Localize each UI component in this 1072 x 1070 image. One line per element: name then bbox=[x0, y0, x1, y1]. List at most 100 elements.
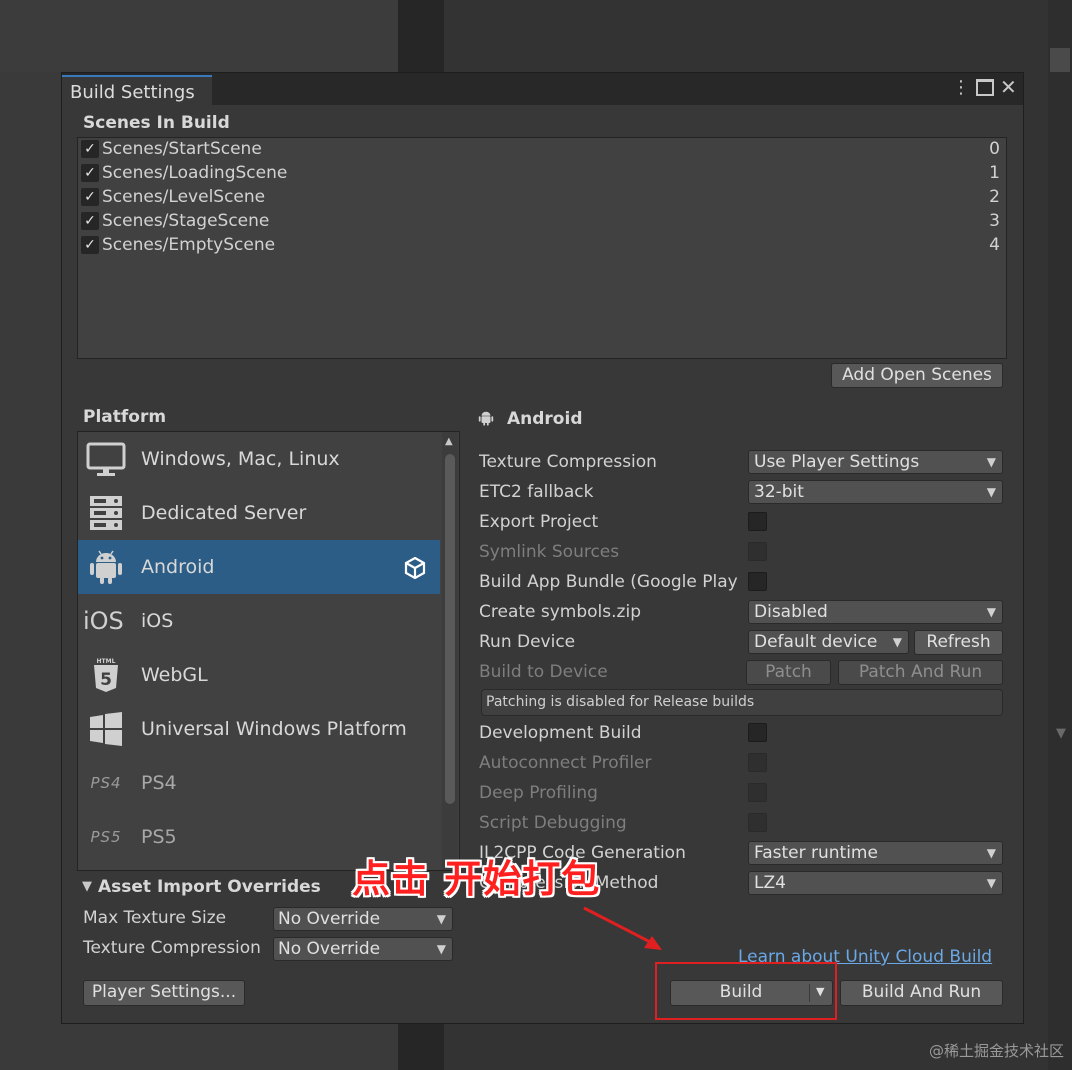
chevron-down-icon: ▼ bbox=[436, 942, 446, 956]
deep-profiling-label: Deep Profiling bbox=[479, 783, 598, 803]
more-options-icon[interactable]: ⋮ bbox=[952, 77, 970, 98]
build-to-device-label: Build to Device bbox=[479, 662, 608, 682]
platform-item-uwp[interactable]: Universal Windows Platform bbox=[78, 702, 440, 756]
editor-scroll-thumb[interactable] bbox=[1050, 48, 1070, 72]
dropdown-value: No Override bbox=[278, 939, 381, 959]
max-texture-size-dropdown[interactable]: No Override ▼ bbox=[273, 907, 453, 931]
collapse-arrow-icon[interactable]: ▼ bbox=[82, 879, 92, 894]
chevron-down-icon: ▼ bbox=[986, 605, 996, 619]
list-item[interactable]: ✓ Scenes/LoadingScene 1 bbox=[78, 162, 1006, 186]
autoconnect-profiler-label: Autoconnect Profiler bbox=[479, 753, 652, 773]
platform-label: PS4 bbox=[141, 772, 177, 794]
autoconnect-profiler-checkbox[interactable] bbox=[748, 753, 767, 772]
checkmark-icon[interactable]: ✓ bbox=[81, 140, 99, 158]
scene-name: Scenes/StageScene bbox=[102, 211, 270, 231]
etc2-fallback-label: ETC2 fallback bbox=[479, 482, 594, 502]
platform-item-dedicated-server[interactable]: Dedicated Server bbox=[78, 486, 440, 540]
list-item[interactable]: ✓ Scenes/StartScene 0 bbox=[78, 138, 1006, 162]
create-symbols-label: Create symbols.zip bbox=[479, 602, 641, 622]
svg-text:HTML: HTML bbox=[97, 658, 116, 665]
watermark: @稀土掘金技术社区 bbox=[928, 1042, 1064, 1060]
texture-compression-label: Texture Compression bbox=[479, 452, 657, 472]
platform-scroll-thumb[interactable] bbox=[445, 454, 455, 804]
create-symbols-dropdown[interactable]: Disabled ▼ bbox=[748, 600, 1003, 624]
chevron-down-icon: ▼ bbox=[986, 846, 996, 860]
html5-icon: HTML 5 bbox=[86, 657, 126, 693]
list-item[interactable]: ✓ Scenes/EmptyScene 4 bbox=[78, 234, 1006, 258]
patch-and-run-button[interactable]: Patch And Run bbox=[838, 660, 1003, 685]
build-app-bundle-label: Build App Bundle (Google Play bbox=[479, 572, 738, 592]
etc2-fallback-dropdown[interactable]: 32-bit ▼ bbox=[748, 480, 1003, 504]
export-project-checkbox[interactable] bbox=[748, 512, 767, 531]
maximize-icon[interactable] bbox=[976, 79, 994, 96]
chevron-down-icon: ▼ bbox=[986, 485, 996, 499]
texture-compression-override-label: Texture Compression bbox=[83, 938, 261, 958]
platform-item-ps4[interactable]: PS4 PS4 bbox=[78, 756, 440, 810]
scroll-up-icon[interactable]: ▲ bbox=[445, 436, 453, 447]
annotation-text: 点击 开始打包 bbox=[352, 857, 601, 901]
checkmark-icon[interactable]: ✓ bbox=[81, 236, 99, 254]
svg-text:5: 5 bbox=[100, 670, 112, 690]
build-and-run-button[interactable]: Build And Run bbox=[840, 980, 1003, 1006]
compression-method-dropdown[interactable]: LZ4 ▼ bbox=[748, 871, 1003, 895]
dropdown-value: 32-bit bbox=[754, 482, 804, 502]
il2cpp-codegen-dropdown[interactable]: Faster runtime ▼ bbox=[748, 841, 1003, 865]
patch-button[interactable]: Patch bbox=[746, 660, 831, 685]
script-debugging-checkbox[interactable] bbox=[748, 813, 767, 832]
list-item[interactable]: ✓ Scenes/StageScene 3 bbox=[78, 210, 1006, 234]
run-device-dropdown[interactable]: Default device ▼ bbox=[748, 630, 909, 654]
server-icon bbox=[86, 495, 126, 531]
checkmark-icon[interactable]: ✓ bbox=[81, 188, 99, 206]
annotation-arrow-icon bbox=[583, 906, 662, 950]
refresh-button[interactable]: Refresh bbox=[914, 630, 1003, 655]
chevron-down-icon: ▼ bbox=[1056, 726, 1066, 741]
scene-index: 3 bbox=[989, 211, 1000, 231]
scene-index: 2 bbox=[989, 187, 1000, 207]
development-build-checkbox[interactable] bbox=[748, 723, 767, 742]
platform-label: Windows, Mac, Linux bbox=[141, 448, 340, 470]
checkmark-icon[interactable]: ✓ bbox=[81, 212, 99, 230]
build-app-bundle-checkbox[interactable] bbox=[748, 572, 767, 591]
windows-icon bbox=[86, 711, 126, 747]
dropdown-value: Disabled bbox=[754, 602, 828, 622]
platform-label: iOS bbox=[141, 610, 174, 632]
platform-header: Platform bbox=[83, 407, 167, 427]
annotation-highlight-box bbox=[655, 962, 837, 1020]
texture-compression-dropdown[interactable]: Use Player Settings ▼ bbox=[748, 450, 1003, 474]
platform-item-ios[interactable]: iOS iOS bbox=[78, 594, 440, 648]
checkmark-icon[interactable]: ✓ bbox=[81, 164, 99, 182]
ps4-icon: PS4 bbox=[90, 774, 122, 792]
platform-item-android[interactable]: Android bbox=[78, 540, 440, 594]
chevron-down-icon: ▼ bbox=[986, 876, 996, 890]
development-build-label: Development Build bbox=[479, 723, 642, 743]
player-settings-button[interactable]: Player Settings... bbox=[83, 980, 245, 1006]
texture-compression-override-dropdown[interactable]: No Override ▼ bbox=[273, 937, 453, 961]
symlink-sources-checkbox[interactable] bbox=[748, 542, 767, 561]
dropdown-value: No Override bbox=[278, 909, 381, 929]
platform-label: PS5 bbox=[141, 826, 177, 848]
platform-list[interactable]: Windows, Mac, Linux Dedicated Server And… bbox=[77, 431, 460, 871]
dropdown-value: LZ4 bbox=[754, 873, 786, 893]
close-icon[interactable]: ✕ bbox=[1000, 75, 1017, 99]
editor-left-header bbox=[0, 0, 398, 72]
list-item[interactable]: ✓ Scenes/LevelScene 2 bbox=[78, 186, 1006, 210]
chevron-down-icon: ▼ bbox=[892, 635, 902, 649]
deep-profiling-checkbox[interactable] bbox=[748, 783, 767, 802]
platform-item-windows[interactable]: Windows, Mac, Linux bbox=[78, 432, 440, 486]
add-open-scenes-button[interactable]: Add Open Scenes bbox=[831, 363, 1003, 388]
android-settings-title: Android bbox=[507, 409, 583, 429]
patch-help-box: Patching is disabled for Release builds bbox=[481, 689, 1003, 716]
scene-name: Scenes/StartScene bbox=[102, 139, 262, 159]
android-icon bbox=[477, 407, 495, 429]
scene-index: 1 bbox=[989, 163, 1000, 183]
ps5-icon: PS5 bbox=[90, 828, 122, 846]
asset-overrides-header[interactable]: Asset Import Overrides bbox=[98, 877, 321, 897]
platform-item-webgl[interactable]: HTML 5 WebGL bbox=[78, 648, 440, 702]
max-texture-size-label: Max Texture Size bbox=[83, 908, 227, 928]
dropdown-value: Faster runtime bbox=[754, 843, 878, 863]
editor-scrollbar[interactable] bbox=[1048, 0, 1072, 1070]
platform-label: Dedicated Server bbox=[141, 502, 307, 524]
scene-index: 0 bbox=[989, 139, 1000, 159]
tab-build-settings[interactable]: Build Settings bbox=[62, 75, 212, 105]
scenes-list[interactable]: ✓ Scenes/StartScene 0 ✓ Scenes/LoadingSc… bbox=[77, 137, 1007, 359]
